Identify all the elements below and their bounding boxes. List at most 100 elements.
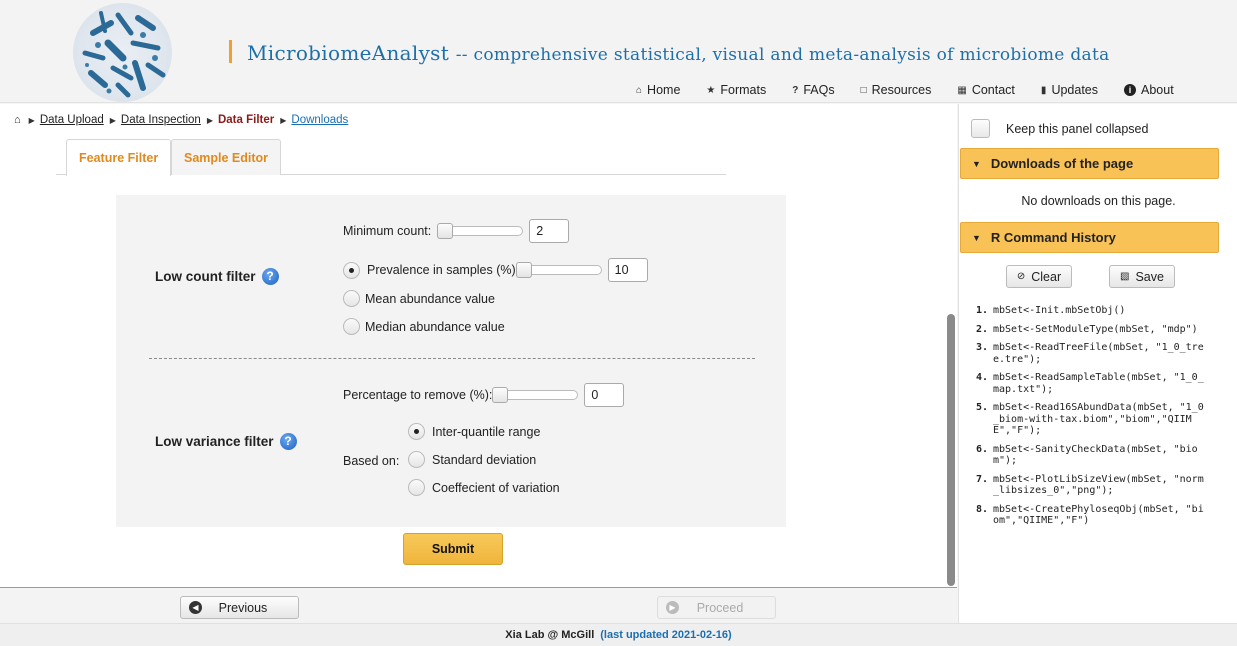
- low-variance-filter-label: Low variance filter ?: [155, 433, 297, 450]
- breadcrumb-data-filter: Data Filter: [217, 114, 275, 126]
- home-icon[interactable]: ⌂: [14, 114, 21, 126]
- main-scrollbar[interactable]: [947, 314, 955, 586]
- iqr-radio[interactable]: [408, 423, 425, 440]
- proceed-button[interactable]: ▶ Proceed: [657, 596, 776, 619]
- percentage-remove-slider[interactable]: [492, 387, 579, 403]
- downloads-accordion-header[interactable]: ▼ Downloads of the page: [960, 148, 1219, 179]
- keep-collapsed-label: Keep this panel collapsed: [1006, 121, 1149, 136]
- history-item: 6. mbSet<-SanityCheckData(mbSet, "biom");: [976, 444, 1206, 467]
- history-item: 5. mbSet<-Read16SAbundData(mbSet, "1_0_bi…: [976, 402, 1206, 437]
- prevalence-input[interactable]: 10: [607, 258, 648, 282]
- nav-about[interactable]: i About: [1124, 83, 1174, 97]
- iqr-label: Inter-quantile range: [432, 424, 541, 439]
- bottom-navigation: ◀ Previous ▶ Proceed: [0, 589, 957, 623]
- history-item: 2. mbSet<-SetModuleType(mbSet, "mdp"): [976, 323, 1198, 335]
- nav-updates[interactable]: ▮ Updates: [1041, 83, 1098, 97]
- footer-updated[interactable]: (last updated 2021-02-16): [600, 629, 731, 641]
- history-item: 7. mbSet<-PlotLibSizeView(mbSet, "norm_li…: [976, 474, 1206, 497]
- nav-label: About: [1141, 83, 1174, 97]
- history-command: mbSet<-ReadTreeFile(mbSet, "1_0_tree.tre…: [993, 342, 1204, 365]
- nav-contact[interactable]: ▦ Contact: [957, 83, 1015, 97]
- minimum-count-label: Minimum count:: [343, 224, 432, 238]
- history-item: 8. mbSet<-CreatePhyloseqObj(mbSet, "biom"…: [976, 504, 1206, 527]
- breadcrumb: ⌂ ▶ Data Upload ▶ Data Inspection ▶ Data Fi…: [14, 114, 354, 126]
- previous-button[interactable]: ◀ Previous: [180, 596, 299, 619]
- mean-abundance-row: Mean abundance value: [343, 290, 495, 307]
- history-accordion-header[interactable]: ▼ R Command History: [960, 222, 1219, 253]
- nav-home[interactable]: ⌂ Home: [636, 83, 680, 97]
- history-command: mbSet<-Init.mbSetObj(): [993, 305, 1126, 316]
- slider-handle[interactable]: [515, 262, 532, 278]
- floppy-disk-icon: ▧: [1120, 271, 1130, 282]
- history-item: 3. mbSet<-ReadTreeFile(mbSet, "1_0_tree.t…: [976, 342, 1206, 365]
- previous-label: Previous: [218, 600, 268, 615]
- app-title: MicrobiomeAnalyst -- comprehensive stati…: [247, 41, 1110, 65]
- history-item: 4. mbSet<-ReadSampleTable(mbSet, "1_0_map…: [976, 372, 1206, 395]
- mean-abundance-label: Mean abundance value: [365, 291, 495, 306]
- clear-label: Clear: [1031, 269, 1062, 284]
- question-icon: ?: [792, 84, 799, 96]
- submit-button[interactable]: Submit: [403, 533, 503, 565]
- slider-handle[interactable]: [492, 387, 509, 403]
- nav-faqs[interactable]: ? FAQs: [792, 83, 834, 97]
- arrow-left-icon: ◀: [189, 601, 202, 614]
- section-title: Low variance filter: [155, 434, 274, 449]
- caret-right-icon: ▶: [28, 115, 35, 125]
- info-icon: i: [1124, 84, 1136, 96]
- command-history-list: 1. mbSet<-Init.mbSetObj() 2. mbSet<-SetMod…: [976, 305, 1206, 534]
- help-icon[interactable]: ?: [279, 433, 297, 450]
- minimum-count-input[interactable]: 2: [529, 219, 570, 243]
- nav-formats[interactable]: ★ Formats: [706, 83, 766, 97]
- keep-collapsed-checkbox[interactable]: [971, 119, 990, 138]
- top-navigation: ⌂ Home ★ Formats ? FAQs □ Resources ▦ Contact…: [620, 82, 1174, 98]
- right-side-panel: Keep this panel collapsed ▼ Downloads of…: [958, 104, 1237, 623]
- percentage-remove-row: Percentage to remove (%): 0: [343, 383, 625, 407]
- caret-down-icon: ▼: [972, 158, 981, 169]
- breadcrumb-data-upload[interactable]: Data Upload: [40, 114, 104, 126]
- prevalence-radio[interactable]: [343, 261, 360, 279]
- star-icon: ★: [706, 84, 716, 96]
- based-on-label-row: Based on:: [343, 454, 399, 468]
- breadcrumb-data-inspection[interactable]: Data Inspection: [121, 114, 201, 126]
- history-command: mbSet<-Read16SAbundData(mbSet, "1_0_biom…: [993, 402, 1204, 436]
- std-dev-radio[interactable]: [408, 451, 425, 468]
- footer-lab: Xia Lab @ McGill: [505, 629, 595, 641]
- coef-variation-radio[interactable]: [408, 479, 425, 496]
- main-content: ⌂ ▶ Data Upload ▶ Data Inspection ▶ Data Fi…: [0, 104, 957, 588]
- save-button[interactable]: ▧ Save: [1109, 265, 1175, 288]
- nav-label: Home: [647, 83, 681, 97]
- history-command: mbSet<-ReadSampleTable(mbSet, "1_0_map.t…: [993, 372, 1204, 395]
- proceed-label: Proceed: [696, 600, 744, 615]
- caret-right-icon: ▶: [280, 115, 287, 125]
- low-count-filter-label: Low count filter ?: [155, 268, 279, 285]
- minimum-count-slider[interactable]: [437, 223, 524, 239]
- median-abundance-radio[interactable]: [343, 318, 360, 335]
- tab-sample-editor[interactable]: Sample Editor: [171, 139, 282, 175]
- mean-abundance-radio[interactable]: [343, 290, 360, 307]
- nav-resources[interactable]: □ Resources: [861, 83, 932, 97]
- nav-label: Contact: [971, 83, 1015, 97]
- clear-button[interactable]: ⊘ Clear: [1006, 265, 1072, 288]
- tab-feature-filter[interactable]: Feature Filter: [66, 139, 172, 176]
- contact-card-icon: ▦: [957, 84, 967, 96]
- history-command: mbSet<-CreatePhyloseqObj(mbSet, "biom","…: [993, 503, 1204, 527]
- history-command: mbSet<-SetModuleType(mbSet, "mdp"): [993, 323, 1198, 335]
- caret-down-icon: ▼: [972, 232, 981, 243]
- breadcrumb-downloads[interactable]: Downloads: [291, 114, 348, 126]
- caret-right-icon: ▶: [206, 115, 213, 125]
- nav-label: Formats: [720, 83, 767, 97]
- slider-handle[interactable]: [437, 223, 454, 239]
- section-divider: [149, 358, 755, 359]
- help-icon[interactable]: ?: [261, 268, 279, 285]
- prevalence-slider[interactable]: [515, 262, 602, 278]
- document-icon: □: [860, 84, 867, 96]
- percentage-remove-input[interactable]: 0: [584, 383, 625, 407]
- save-label: Save: [1135, 269, 1164, 284]
- filter-panel: Low count filter ? Minimum count: 2 Prev…: [116, 195, 786, 527]
- std-dev-row: Standard deviation: [408, 451, 536, 468]
- keep-collapsed-row: Keep this panel collapsed: [971, 119, 1148, 138]
- prevalence-label: Prevalence in samples (%): [367, 263, 516, 277]
- history-command: mbSet<-SanityCheckData(mbSet, "biom");: [993, 443, 1198, 467]
- title-accent-bar: [229, 40, 232, 63]
- microbe-logo[interactable]: [73, 3, 172, 102]
